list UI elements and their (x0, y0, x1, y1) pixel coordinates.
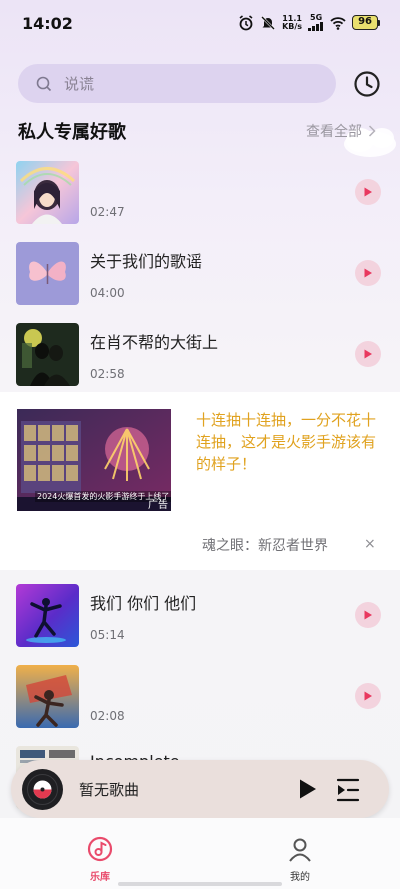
cellular-signal: 5G (308, 14, 324, 31)
song-play-button[interactable] (355, 602, 381, 628)
music-library-icon (87, 836, 113, 862)
song-duration: 04:00 (90, 286, 125, 300)
net-speed: 11.1 KB/s (282, 14, 303, 31)
chevron-right-icon (368, 125, 376, 137)
ad-text: 十连抽十连抽，一分不花十连抽，这才是火影手游该有的样子！ (196, 411, 377, 473)
ad-close-button[interactable]: × (364, 536, 376, 552)
battery-tip (378, 19, 380, 26)
song-cover (16, 665, 79, 728)
anime-girl-cover-art (16, 161, 79, 224)
mini-player-title: 暂无歌曲 (79, 781, 140, 799)
signal-bars-icon (308, 22, 324, 31)
mini-player[interactable]: 暂无歌曲 (11, 760, 389, 818)
painted-figure-cover-art (16, 665, 79, 728)
song-item[interactable]: 02:08 (0, 665, 400, 729)
song-item[interactable]: 我们 你们 他们 05:14 (0, 584, 400, 648)
tab-me-label: 我的 (290, 872, 310, 883)
play-icon (364, 187, 372, 197)
net-speed-unit: KB/s (282, 21, 303, 31)
song-cover (16, 242, 79, 305)
search-icon (36, 76, 52, 91)
tab-library[interactable]: 乐库 (70, 836, 130, 883)
status-bar: 14:02 11.1 KB/s 5G 96 (0, 0, 400, 48)
vinyl-disc-icon (22, 769, 63, 810)
couple-silhouette-cover-art (16, 323, 79, 386)
section-title: 私人专属好歌 (18, 122, 126, 143)
profile-icon (289, 838, 311, 862)
alarm-icon (239, 14, 253, 30)
dancer-cover-art (16, 584, 79, 647)
wifi-icon (330, 16, 346, 30)
status-time: 14:02 (22, 14, 73, 33)
song-duration: 05:14 (90, 628, 125, 642)
tab-library-label: 乐库 (90, 872, 110, 883)
play-icon (364, 268, 372, 278)
tab-me[interactable]: 我的 (270, 836, 330, 883)
song-item[interactable]: 在肖不帮的大街上 02:58 (0, 323, 400, 387)
song-cover (16, 161, 79, 224)
butterfly-cover-art (16, 242, 79, 305)
song-play-button[interactable] (355, 683, 381, 709)
song-item[interactable]: 关于我们的歌谣 04:00 (0, 242, 400, 306)
song-duration: 02:58 (90, 367, 125, 381)
play-icon (364, 610, 372, 620)
battery-indicator: 96 (352, 15, 380, 30)
battery-level: 96 (352, 15, 378, 30)
song-play-button[interactable] (355, 179, 381, 205)
song-title: 关于我们的歌谣 (90, 252, 203, 271)
view-all-label: 查看全部 (306, 124, 362, 140)
mute-bell-icon (261, 15, 275, 30)
signal-label: 5G (310, 13, 323, 22)
home-indicator (118, 882, 282, 886)
search-placeholder: 说谎 (64, 75, 95, 93)
song-play-button[interactable] (355, 341, 381, 367)
view-all-link[interactable]: 查看全部 (306, 121, 376, 141)
search-bar[interactable]: 说谎 (18, 64, 336, 103)
history-clock-icon[interactable] (352, 69, 382, 99)
song-item[interactable]: 02:47 (0, 161, 400, 225)
ad-tag: 广告 (148, 500, 168, 511)
playlist-queue-icon[interactable] (336, 778, 362, 802)
song-title: 我们 你们 他们 (90, 594, 197, 613)
play-icon (364, 349, 372, 359)
status-icons: 11.1 KB/s 5G 96 (238, 14, 380, 31)
ad-source: 魂之眼：新忍者世界 (202, 538, 328, 554)
ad-banner[interactable]: 2024火爆首发的火影手游终于上线了 广告 十连抽十连抽，一分不花十连抽，这才是… (0, 392, 400, 570)
play-icon[interactable] (295, 777, 319, 801)
bottom-nav: 乐库 我的 (0, 818, 400, 889)
song-play-button[interactable] (355, 260, 381, 286)
song-cover (16, 323, 79, 386)
song-title: 在肖不帮的大街上 (90, 333, 219, 352)
song-duration: 02:08 (90, 709, 125, 723)
song-duration: 02:47 (90, 205, 125, 219)
song-cover (16, 584, 79, 647)
play-icon (364, 691, 372, 701)
